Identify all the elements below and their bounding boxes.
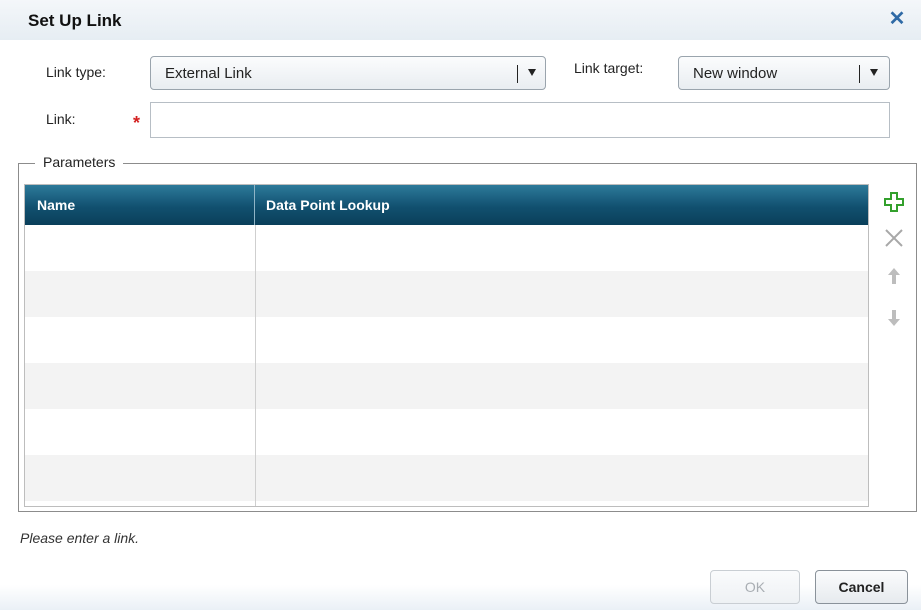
- table-row[interactable]: [25, 271, 868, 317]
- link-type-select[interactable]: External Link: [150, 56, 546, 90]
- table-header: Name Data Point Lookup: [25, 185, 868, 225]
- link-label: Link:: [46, 111, 76, 127]
- link-target-label: Link target:: [574, 60, 644, 76]
- move-up-icon[interactable]: [882, 264, 906, 288]
- validation-message: Please enter a link.: [20, 530, 140, 546]
- link-input[interactable]: [150, 102, 890, 138]
- table-row[interactable]: [25, 363, 868, 409]
- delete-icon[interactable]: [882, 226, 906, 250]
- cancel-button[interactable]: Cancel: [815, 570, 908, 604]
- parameters-table[interactable]: Name Data Point Lookup: [24, 184, 869, 507]
- title-bar: [0, 0, 921, 40]
- move-down-icon[interactable]: [882, 306, 906, 330]
- add-icon[interactable]: [882, 190, 906, 214]
- link-target-select[interactable]: New window: [678, 56, 890, 90]
- dialog-title: Set Up Link: [28, 11, 122, 30]
- column-header-name[interactable]: Name: [25, 185, 255, 225]
- dropdown-separator: [859, 65, 860, 83]
- table-row[interactable]: [25, 317, 868, 363]
- table-row[interactable]: [25, 455, 868, 501]
- dropdown-separator: [517, 65, 518, 83]
- required-marker: *: [133, 113, 141, 133]
- chevron-down-icon: [870, 69, 878, 76]
- chevron-down-icon: [528, 69, 536, 76]
- link-target-value: New window: [693, 65, 778, 82]
- close-icon[interactable]: ✕: [885, 8, 909, 32]
- parameters-legend: Parameters: [35, 154, 124, 170]
- ok-button[interactable]: OK: [710, 570, 800, 604]
- column-header-data-point-lookup[interactable]: Data Point Lookup: [256, 185, 390, 225]
- table-row[interactable]: [25, 409, 868, 455]
- link-type-value: External Link: [165, 65, 252, 82]
- link-type-label: Link type:: [46, 64, 106, 80]
- table-row[interactable]: [25, 225, 868, 271]
- column-divider: [255, 225, 256, 506]
